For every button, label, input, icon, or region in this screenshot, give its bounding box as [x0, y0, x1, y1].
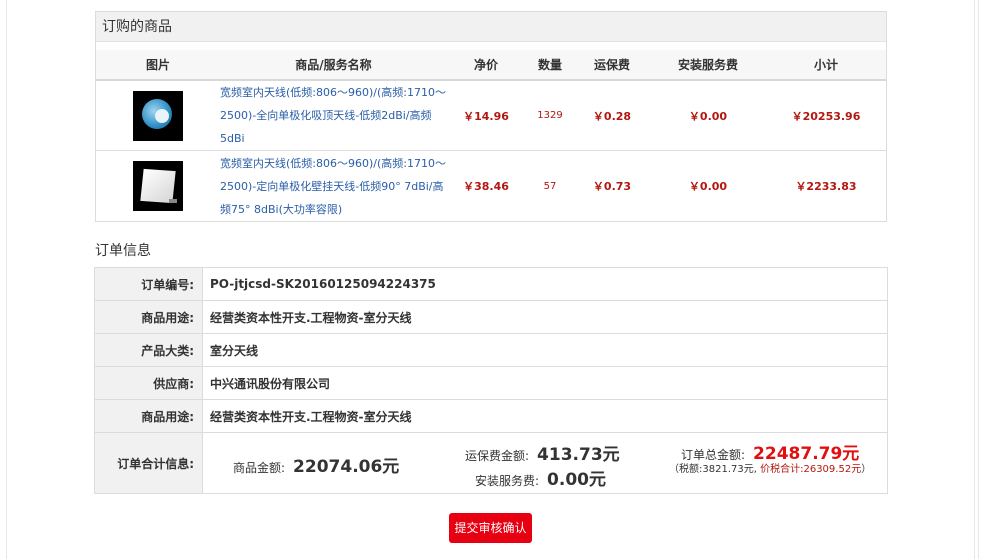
info-row-supplier: 供应商: 中兴通讯股份有限公司: [94, 366, 888, 400]
header-price: 净价: [473, 58, 498, 72]
product-shipping: ￥0.73: [592, 180, 632, 193]
usage-label: 商品用途:: [94, 300, 203, 334]
category-value: 室分天线: [202, 333, 888, 367]
product-image-cell: [96, 90, 220, 141]
info-row-totals: 订单合计信息: 商品金额: 22074.06元 运保费金额: 413.73元 安装服…: [94, 432, 888, 494]
product-qty: 1329: [537, 110, 563, 121]
totals-cell: 商品金额: 22074.06元 运保费金额: 413.73元 安装服务费: 0.00元…: [202, 432, 888, 494]
product-shipping: ￥0.28: [592, 109, 632, 123]
order-number-value: PO-jtjcsd-SK20160125094224375: [202, 267, 888, 301]
product-qty: 57: [543, 180, 557, 192]
submit-review-button[interactable]: 提交审核确认: [449, 513, 532, 543]
usage-value: 经营类资本性开支.工程物资-室分天线: [202, 399, 888, 433]
product-install: ￥0.00: [688, 180, 728, 193]
products-table-header: 图片 商品/服务名称 净价 数量 运保费 安装服务费 小计: [96, 42, 886, 81]
info-row-usage-2: 商品用途: 经营类资本性开支.工程物资-室分天线: [94, 399, 888, 433]
ceiling-antenna-image[interactable]: [133, 90, 183, 141]
usage-label: 商品用途:: [94, 399, 203, 433]
shipping-amount: 运保费金额: 413.73元: [465, 440, 620, 465]
goods-amount-label: 商品金额:: [233, 461, 286, 475]
info-row-order-number: 订单编号: PO-jtjcsd-SK20160125094224375: [94, 267, 888, 301]
supplier-label: 供应商:: [94, 366, 203, 400]
ordered-products-panel: 订购的商品 图片 商品/服务名称 净价 数量 运保费 安装服务费 小计 宽频室内…: [95, 11, 887, 222]
with-tax-value: 26309.52: [803, 464, 852, 475]
header-subtotal: 小计: [813, 58, 838, 72]
tax-info: （税额:3821.73元, 价税合计:26309.52元）: [669, 463, 883, 477]
install-amount-label: 安装服务费:: [475, 474, 540, 488]
tax-prefix: （税额:: [669, 464, 703, 475]
table-row: 宽频室内天线(低频:806～960)/(高频:1710～2500)-全向单极化吸…: [96, 81, 886, 151]
with-tax-unit: 元: [851, 464, 862, 475]
product-name-link[interactable]: 宽频室内天线(低频:806～960)/(高频:1710～2500)-全向单极化吸…: [220, 81, 447, 150]
install-amount: 安装服务费: 0.00元: [475, 465, 606, 490]
category-label: 产品大类:: [94, 333, 203, 367]
right-scroll-rail[interactable]: [978, 0, 982, 559]
tax-suffix: ）: [861, 464, 872, 475]
panel-antenna-image[interactable]: [133, 161, 183, 211]
install-amount-value: 0.00元: [547, 470, 606, 490]
product-name-link[interactable]: 宽频室内天线(低频:806～960)/(高频:1710～2500)-定向单极化壁…: [220, 152, 447, 221]
product-price: ￥14.96: [463, 109, 509, 123]
shipping-amount-label: 运保费金额:: [465, 449, 530, 463]
order-total-label: 订单总金额:: [681, 448, 746, 462]
order-info-table: 订单编号: PO-jtjcsd-SK20160125094224375 商品用途…: [94, 267, 888, 494]
order-info-heading: 订单信息: [95, 243, 151, 259]
header-shipping: 运保费: [593, 58, 630, 72]
table-row: 宽频室内天线(低频:806～960)/(高频:1710～2500)-定向单极化壁…: [96, 151, 886, 221]
product-price: ￥38.46: [463, 180, 509, 193]
totals-label: 订单合计信息:: [94, 432, 203, 494]
shipping-amount-value: 413.73元: [537, 445, 620, 465]
order-total-value: 22487.79元: [753, 444, 860, 464]
supplier-value: 中兴通讯股份有限公司: [202, 366, 888, 400]
tax-value: 3821.73元,: [702, 464, 757, 475]
ordered-products-title: 订购的商品: [96, 12, 886, 42]
product-subtotal: ￥2233.83: [795, 180, 857, 193]
goods-amount-value: 22074.06元: [293, 457, 400, 477]
info-row-category: 产品大类: 室分天线: [94, 333, 888, 367]
product-image-cell: [96, 161, 220, 211]
order-number-label: 订单编号:: [94, 267, 203, 301]
usage-value: 经营类资本性开支.工程物资-室分天线: [202, 300, 888, 334]
with-tax-label: 价税合计:: [760, 464, 804, 475]
header-qty: 数量: [537, 58, 562, 72]
info-row-usage: 商品用途: 经营类资本性开支.工程物资-室分天线: [94, 300, 888, 334]
header-name: 商品/服务名称: [295, 58, 372, 72]
header-install: 安装服务费: [677, 58, 738, 72]
goods-amount: 商品金额: 22074.06元: [233, 452, 399, 477]
header-image: 图片: [145, 58, 170, 72]
product-subtotal: ￥20253.96: [791, 109, 861, 123]
product-install: ￥0.00: [688, 109, 728, 123]
order-total: 订单总金额: 22487.79元: [681, 439, 859, 464]
